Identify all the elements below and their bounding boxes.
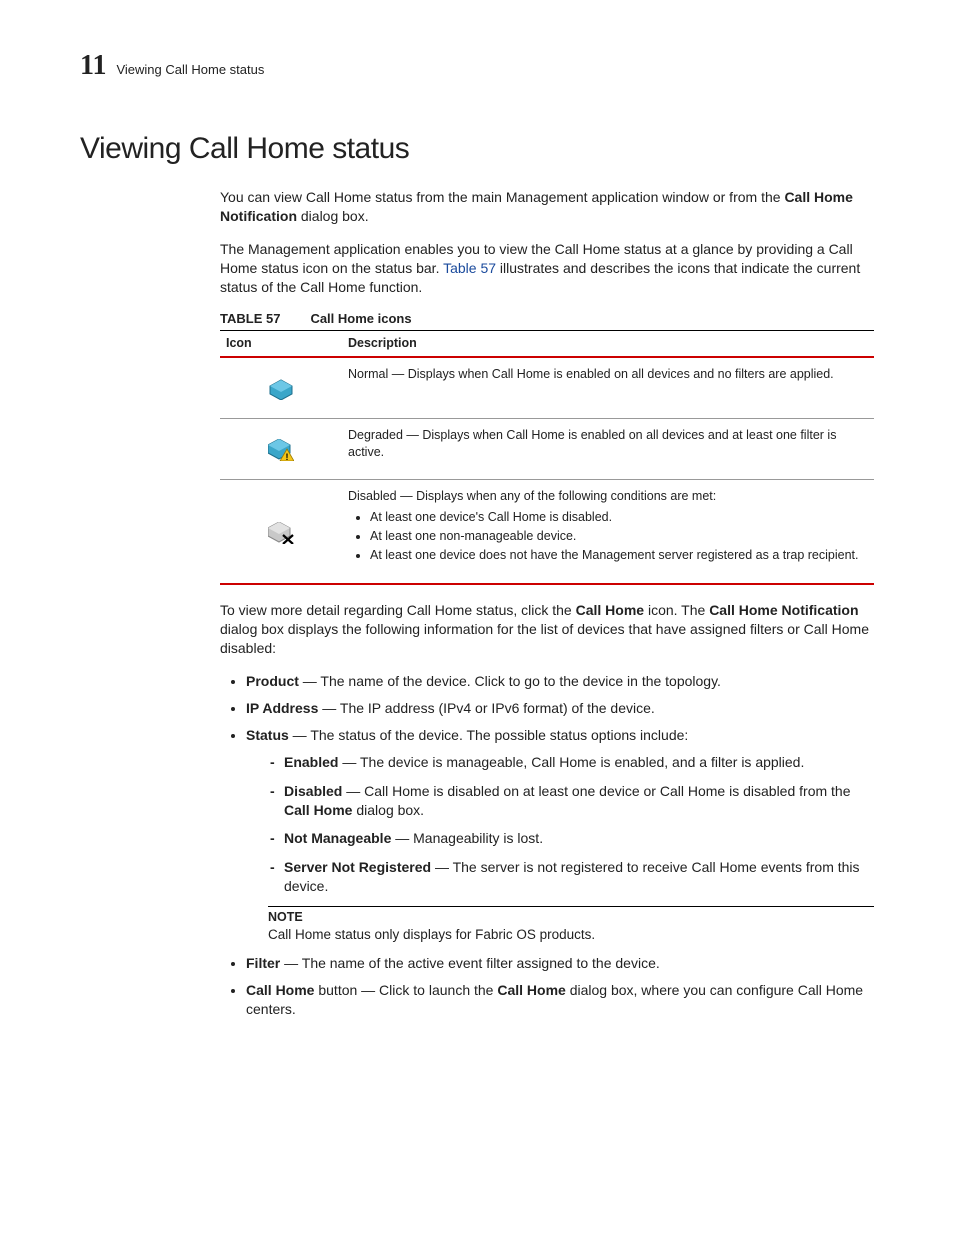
icon-cell: ! xyxy=(220,418,342,479)
text: dialog box displays the following inform… xyxy=(220,621,869,656)
term: Status xyxy=(246,727,289,743)
desc-cell: Normal — Displays when Call Home is enab… xyxy=(342,357,874,419)
svg-text:!: ! xyxy=(286,452,289,461)
note-label: NOTE xyxy=(268,909,874,926)
text: — The name of the device. Click to go to… xyxy=(299,673,721,689)
list-item: Product — The name of the device. Click … xyxy=(246,672,874,691)
normal-status-icon xyxy=(268,378,294,400)
text: icon. The xyxy=(644,602,709,618)
list-item: Filter — The name of the active event fi… xyxy=(246,954,874,973)
list-item: Server Not Registered — The server is no… xyxy=(270,858,874,896)
intro-para-2: The Management application enables you t… xyxy=(220,240,874,297)
text: dialog box. xyxy=(352,802,424,818)
col-header-description: Description xyxy=(342,331,874,357)
text: — The device is manageable, Call Home is… xyxy=(338,754,804,770)
term: Call Home xyxy=(284,802,352,818)
term: Enabled xyxy=(284,754,338,770)
term: IP Address xyxy=(246,700,318,716)
call-home-icons-table: Icon Description Normal — Displays xyxy=(220,330,874,585)
table-row: Normal — Displays when Call Home is enab… xyxy=(220,357,874,419)
list-item: Status — The status of the device. The p… xyxy=(246,726,874,944)
list-item: At least one device does not have the Ma… xyxy=(370,547,868,564)
table-caption: TABLE 57 Call Home icons xyxy=(220,310,874,328)
term: Product xyxy=(246,673,299,689)
page-title: Viewing Call Home status xyxy=(80,132,874,166)
term-call-home-notification: Call Home Notification xyxy=(709,602,858,618)
chapter-number: 11 xyxy=(80,50,106,82)
list-item: IP Address — The IP address (IPv4 or IPv… xyxy=(246,699,874,718)
table-title: Call Home icons xyxy=(310,311,411,326)
term: Filter xyxy=(246,955,280,971)
condition-list: At least one device's Call Home is disab… xyxy=(348,509,868,564)
note: NOTE Call Home status only displays for … xyxy=(268,906,874,944)
text: — The status of the device. The possible… xyxy=(289,727,689,743)
list-item: At least one non-manageable device. xyxy=(370,528,868,545)
list-item: Not Manageable — Manageability is lost. xyxy=(270,829,874,848)
list-item: At least one device's Call Home is disab… xyxy=(370,509,868,526)
icon-cell xyxy=(220,357,342,419)
body: You can view Call Home status from the m… xyxy=(220,188,874,1019)
text: You can view Call Home status from the m… xyxy=(220,189,784,205)
text: To view more detail regarding Call Home … xyxy=(220,602,576,618)
text: button — Click to launch the xyxy=(314,982,497,998)
after-table-para: To view more detail regarding Call Home … xyxy=(220,601,874,658)
term: Call Home xyxy=(497,982,565,998)
text: Disabled — Displays when any of the foll… xyxy=(348,489,716,503)
text: dialog box. xyxy=(297,208,369,224)
table-number: TABLE 57 xyxy=(220,311,280,326)
list-item: Enabled — The device is manageable, Call… xyxy=(270,753,874,772)
desc-cell: Degraded — Displays when Call Home is en… xyxy=(342,418,874,479)
intro-para-1: You can view Call Home status from the m… xyxy=(220,188,874,226)
running-header-title: Viewing Call Home status xyxy=(116,62,264,77)
table-row: Disabled — Displays when any of the foll… xyxy=(220,479,874,584)
icon-cell xyxy=(220,479,342,584)
field-list: Product — The name of the device. Click … xyxy=(220,672,874,1019)
term: Not Manageable xyxy=(284,830,391,846)
page: 11 Viewing Call Home status Viewing Call… xyxy=(0,0,954,1069)
term: Call Home xyxy=(246,982,314,998)
degraded-status-icon: ! xyxy=(268,439,294,461)
text: — Call Home is disabled on at least one … xyxy=(342,783,850,799)
disabled-status-icon xyxy=(268,522,294,544)
note-text: Call Home status only displays for Fabri… xyxy=(268,926,874,944)
text: — The IP address (IPv4 or IPv6 format) o… xyxy=(318,700,654,716)
col-header-icon: Icon xyxy=(220,331,342,357)
list-item: Call Home button — Click to launch the C… xyxy=(246,981,874,1019)
term: Disabled xyxy=(284,783,342,799)
term: Server Not Registered xyxy=(284,859,431,875)
running-header: 11 Viewing Call Home status xyxy=(80,50,874,82)
text: — The name of the active event filter as… xyxy=(280,955,660,971)
table-link[interactable]: Table 57 xyxy=(443,260,496,276)
list-item: Disabled — Call Home is disabled on at l… xyxy=(270,782,874,820)
term-call-home: Call Home xyxy=(576,602,644,618)
status-sublist: Enabled — The device is manageable, Call… xyxy=(246,753,874,896)
text: — Manageability is lost. xyxy=(391,830,543,846)
desc-cell: Disabled — Displays when any of the foll… xyxy=(342,479,874,584)
table-row: ! Degraded — Displays when Call Home is … xyxy=(220,418,874,479)
